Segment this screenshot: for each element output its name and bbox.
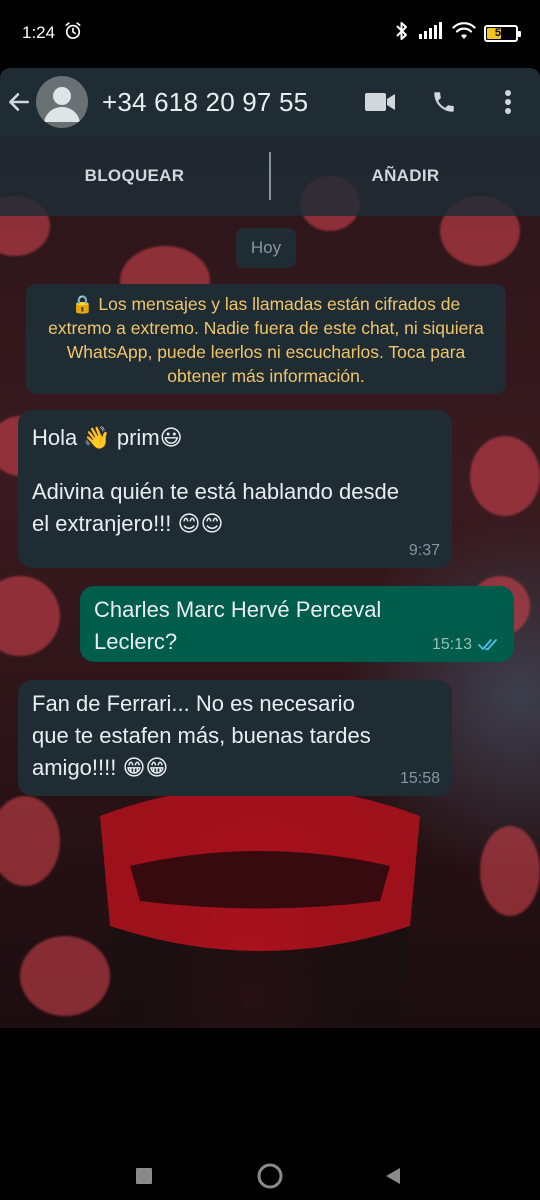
status-right: 54 bbox=[394, 20, 521, 47]
video-call-button[interactable] bbox=[348, 68, 412, 136]
back-arrow-icon bbox=[9, 93, 29, 111]
chat-header: +34 618 20 97 55 bbox=[0, 68, 540, 136]
status-bar: 1:24 54 bbox=[0, 0, 540, 66]
wallpaper-bokeh bbox=[470, 436, 540, 516]
home-icon bbox=[257, 1163, 283, 1189]
message-time: 15:58 bbox=[400, 770, 440, 788]
wallpaper-bokeh bbox=[480, 826, 540, 916]
message-text: Hola 👋 prim😃 bbox=[32, 425, 183, 450]
block-button[interactable]: BLOQUEAR bbox=[0, 166, 269, 186]
message-bubble-incoming[interactable]: Hola 👋 prim😃 Adivina quién te está habla… bbox=[18, 410, 452, 568]
message-time: 15:13 bbox=[432, 636, 502, 654]
system-nav-bar bbox=[0, 1028, 540, 1200]
battery-level: 54 bbox=[494, 27, 508, 39]
chat-area[interactable]: BLOQUEAR AÑADIR Hoy 🔒 Los mensajes y las… bbox=[0, 136, 540, 1028]
signal-icon bbox=[418, 21, 444, 45]
voice-call-button[interactable] bbox=[412, 68, 476, 136]
back-nav-button[interactable] bbox=[382, 1165, 404, 1187]
more-options-button[interactable] bbox=[476, 68, 540, 136]
date-chip: Hoy bbox=[236, 228, 296, 268]
wallpaper-bokeh bbox=[0, 796, 60, 886]
avatar[interactable] bbox=[36, 76, 88, 128]
status-left: 1:24 bbox=[22, 21, 83, 46]
message-time-text: 9:37 bbox=[408, 542, 440, 559]
recents-icon bbox=[136, 1168, 152, 1184]
home-button[interactable] bbox=[256, 1162, 284, 1190]
wallpaper-bokeh bbox=[0, 576, 60, 656]
helmet-wallpaper-graphic bbox=[100, 786, 420, 1028]
encryption-notice[interactable]: 🔒 Los mensajes y las llamadas están cifr… bbox=[26, 284, 506, 394]
bluetooth-icon bbox=[394, 20, 410, 47]
message-bubble-outgoing[interactable]: Charles Marc Hervé Perceval Leclerc? 15:… bbox=[80, 586, 514, 662]
more-vert-icon bbox=[505, 90, 511, 114]
video-call-icon bbox=[365, 93, 395, 111]
contact-name[interactable]: +34 618 20 97 55 bbox=[102, 87, 348, 118]
message-text: Fan de Ferrari... No es necesario bbox=[32, 691, 355, 716]
wifi-icon bbox=[452, 21, 476, 45]
message-text: el extranjero!!! 😊😊 bbox=[32, 511, 224, 536]
back-button[interactable] bbox=[2, 68, 36, 136]
message-time-text: 15:13 bbox=[431, 636, 472, 653]
message-text: que te estafen más, buenas tardes bbox=[32, 723, 371, 748]
message-bubble-incoming[interactable]: Fan de Ferrari... No es necesario que te… bbox=[18, 680, 452, 796]
back-triangle-icon bbox=[386, 1168, 400, 1184]
message-text: Charles Marc Hervé Perceval bbox=[94, 597, 382, 622]
recents-button[interactable] bbox=[134, 1166, 154, 1186]
alarm-icon bbox=[63, 21, 83, 46]
screen: 1:24 54 +34 618 20 97 55 BLOQUEAR AÑADIR… bbox=[0, 0, 540, 1200]
battery-icon: 54 bbox=[484, 24, 521, 42]
message-text: Adivina quién te está hablando desde bbox=[32, 479, 399, 504]
message-text: amigo!!!! 😁😁 bbox=[32, 755, 169, 780]
unknown-contact-actions: BLOQUEAR AÑADIR bbox=[0, 136, 540, 216]
add-contact-button[interactable]: AÑADIR bbox=[271, 166, 540, 186]
phone-icon bbox=[434, 92, 454, 112]
message-time-text: 15:58 bbox=[399, 770, 440, 787]
message-time: 9:37 bbox=[409, 542, 440, 560]
read-ticks-icon bbox=[478, 639, 497, 650]
status-time: 1:24 bbox=[22, 23, 56, 42]
